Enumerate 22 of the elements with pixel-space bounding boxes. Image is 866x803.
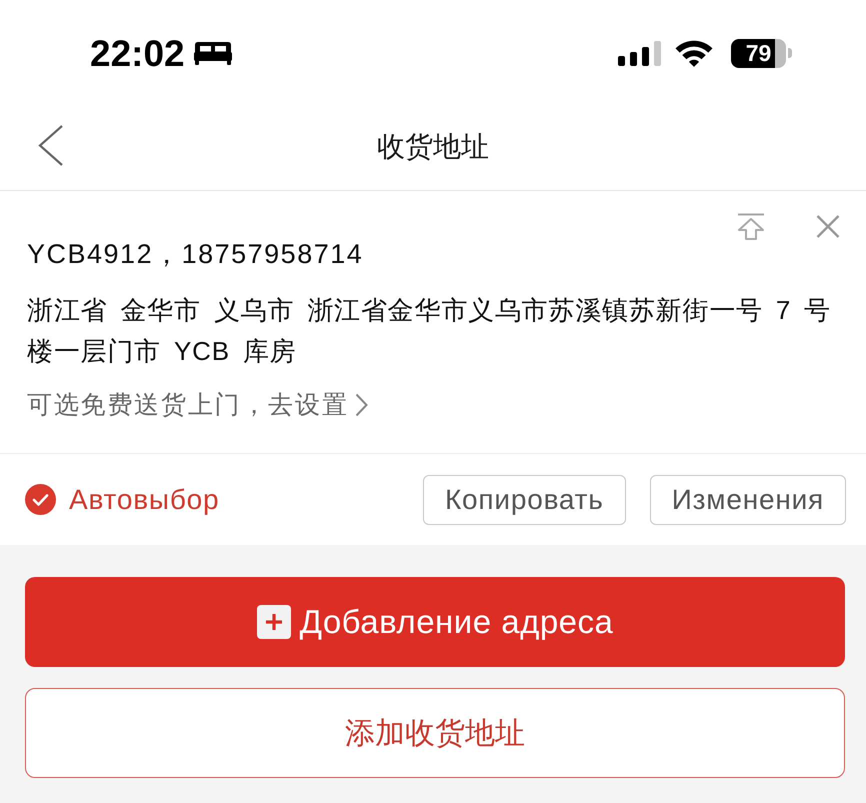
address-text: 浙江省 金华市 义乌市 浙江省金华市义乌市苏溪镇苏新街一号 7 号楼一层门市 YCB 库房 [27,294,832,368]
plus-icon [256,605,291,639]
page-title: 收货地址 [377,130,489,164]
arrow-to-top-icon [736,212,766,240]
battery-percentage: 79 [746,42,772,64]
wifi-icon [675,40,713,66]
signal-icon [618,40,661,66]
close-button[interactable] [816,214,840,238]
bed-icon [194,42,232,64]
delivery-setting-link[interactable]: 可选免费送货上门，去设置 [27,388,368,422]
card-action-button[interactable]: Изменения [650,474,846,524]
chevron-right-icon [354,393,368,417]
contact-text: YCB4912，18757958714 [27,238,364,271]
status-time: 22:02 [90,34,185,72]
close-icon [816,214,840,238]
back-button[interactable] [36,122,65,168]
back-icon [38,124,63,166]
add-shipping-address-button[interactable]: 添加收货地址 [25,688,845,778]
default-label: Автовыбор [69,484,220,516]
card-action-button[interactable]: Копировать [422,474,626,524]
default-checkbox[interactable] [25,484,56,515]
add-address-button[interactable]: Добавление адреса [25,577,845,667]
